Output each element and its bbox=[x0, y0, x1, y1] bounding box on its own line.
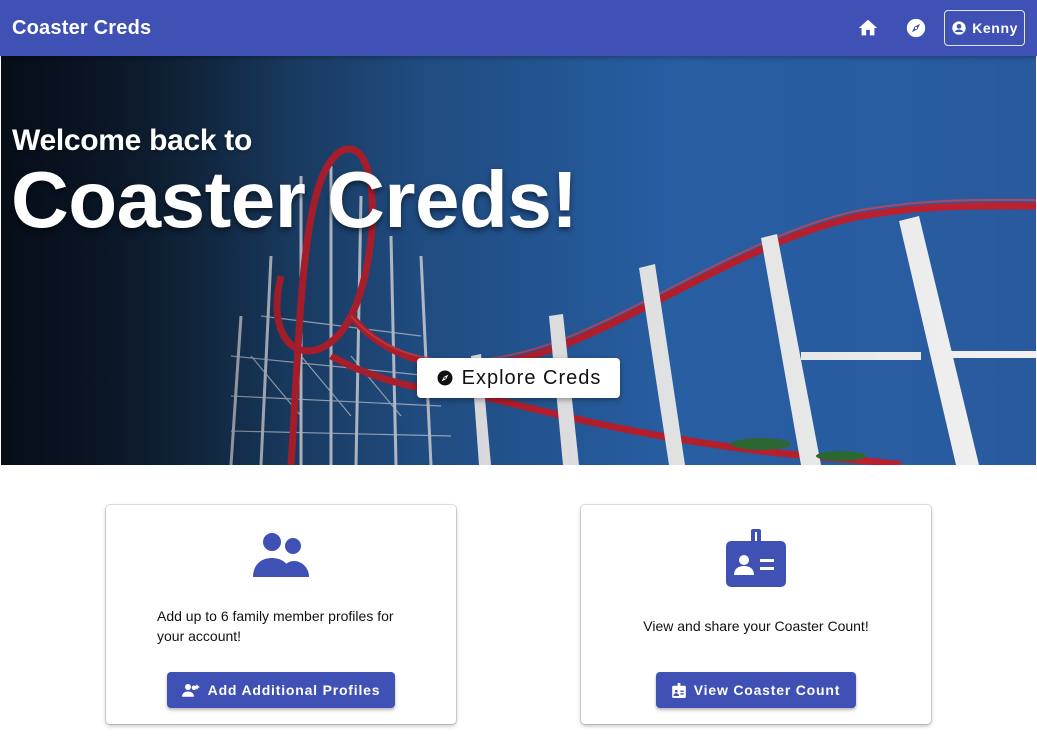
coaster-count-card-text: View and share your Coaster Count! bbox=[643, 618, 869, 634]
explore-button[interactable] bbox=[896, 8, 936, 48]
coaster-count-card: View and share your Coaster Count! View … bbox=[581, 505, 931, 724]
app-title[interactable]: Coaster Creds bbox=[12, 17, 151, 40]
app-bar: Coaster Creds Kenny bbox=[0, 0, 1037, 56]
compass-icon bbox=[907, 18, 926, 38]
view-coaster-count-button[interactable]: View Coaster Count bbox=[656, 672, 856, 708]
account-circle-icon bbox=[952, 21, 966, 35]
user-menu-button[interactable]: Kenny bbox=[944, 10, 1025, 46]
view-coaster-count-label: View Coaster Count bbox=[693, 682, 841, 698]
badge-icon bbox=[726, 529, 786, 587]
compass-icon bbox=[437, 370, 453, 386]
hero-title: Coaster Creds! bbox=[11, 155, 578, 244]
profiles-card: Add up to 6 family member profiles for y… bbox=[106, 505, 456, 724]
profiles-card-text: Add up to 6 family member profiles for y… bbox=[157, 608, 394, 644]
add-person-icon bbox=[181, 684, 199, 697]
people-icon bbox=[253, 533, 309, 577]
add-profiles-button[interactable]: Add Additional Profiles bbox=[167, 672, 395, 708]
card-icon-wrap bbox=[581, 529, 931, 587]
user-name: Kenny bbox=[972, 20, 1018, 36]
hero-banner: Welcome back to Coaster Creds! Explore C… bbox=[1, 56, 1036, 465]
home-icon bbox=[859, 19, 878, 36]
home-button[interactable] bbox=[848, 8, 888, 48]
explore-creds-button[interactable]: Explore Creds bbox=[417, 358, 620, 398]
add-profiles-label: Add Additional Profiles bbox=[207, 682, 381, 698]
app-bar-actions: Kenny bbox=[840, 8, 1025, 48]
explore-creds-label: Explore Creds bbox=[461, 366, 602, 389]
badge-icon bbox=[671, 682, 686, 698]
card-icon-wrap bbox=[106, 529, 456, 577]
hero-subtitle: Welcome back to bbox=[12, 124, 253, 157]
roller-coaster-image bbox=[1, 56, 1036, 465]
